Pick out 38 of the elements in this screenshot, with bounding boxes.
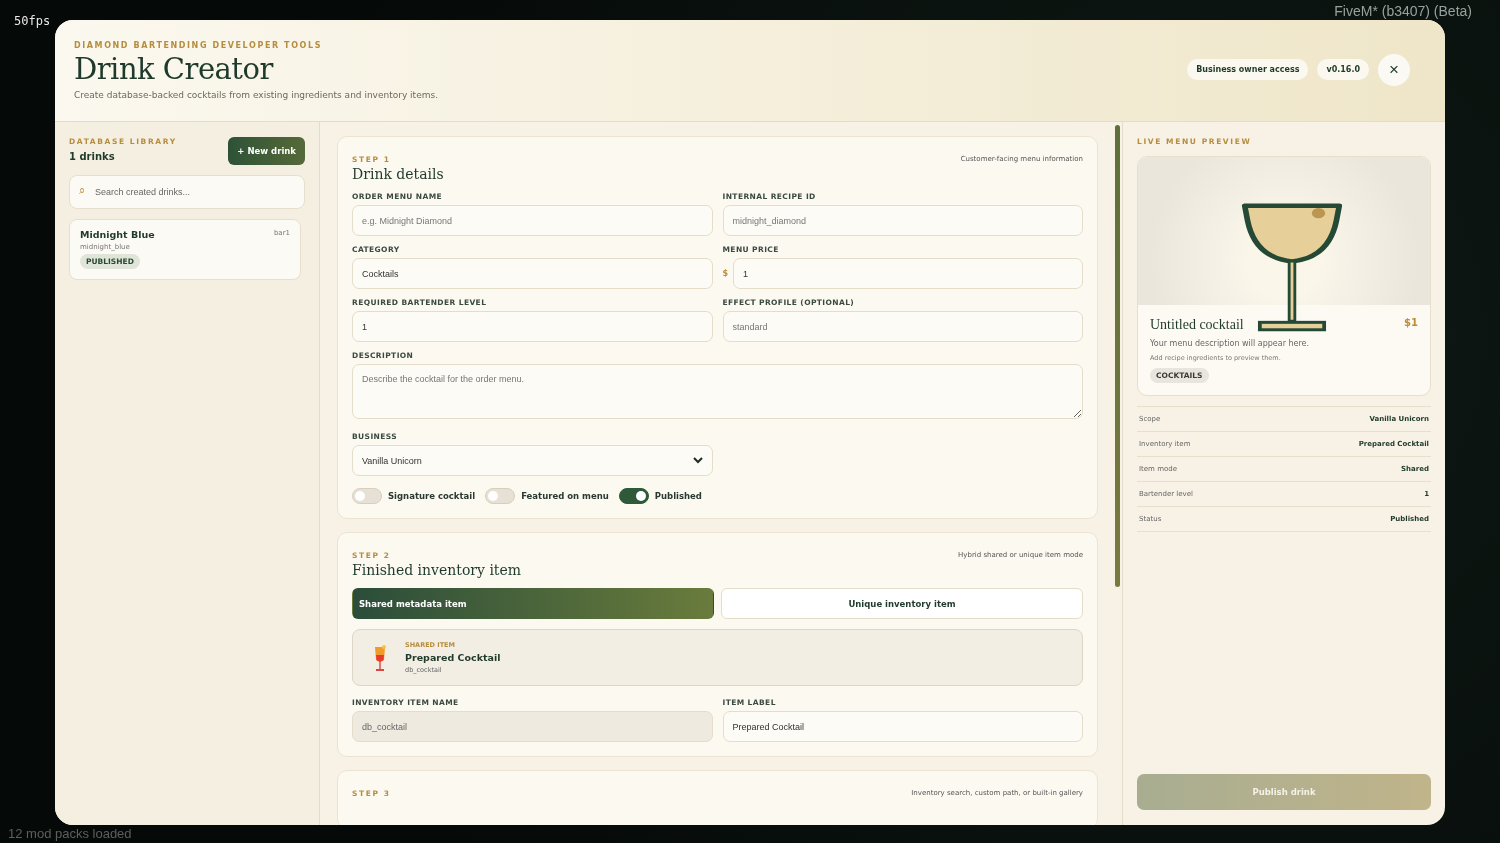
header-badge: v0.16.0 bbox=[1317, 59, 1369, 80]
page-subtitle: Create database-backed cocktails from existing ingredients and inventory items. bbox=[74, 90, 438, 100]
drink-count: 1 drinks bbox=[69, 151, 116, 162]
input-field[interactable]: Prepared Cocktail bbox=[722, 711, 1083, 742]
scrollbar[interactable] bbox=[1115, 125, 1120, 587]
mode-tab[interactable]: Shared metadata item bbox=[352, 588, 714, 619]
toggle-label: Featured on menu bbox=[521, 491, 609, 501]
description-field[interactable]: Describe the cocktail for the order menu. bbox=[352, 364, 1083, 419]
fps-counter: 50fps bbox=[14, 14, 51, 28]
business-dropdown[interactable]: Vanilla Unicorn bbox=[352, 445, 713, 476]
chevron-icon bbox=[692, 457, 703, 464]
item-name: Prepared Cocktail bbox=[405, 652, 501, 663]
toggle-switch[interactable] bbox=[618, 488, 649, 504]
preview-price: $1 bbox=[1404, 317, 1418, 330]
input-field[interactable]: 1 bbox=[352, 311, 713, 342]
input-field[interactable]: e.g. Midnight Diamond bbox=[352, 205, 713, 236]
header-badge: Business owner access bbox=[1187, 59, 1309, 80]
input-field[interactable]: standard bbox=[722, 311, 1083, 342]
toggle-label: Published bbox=[654, 491, 702, 501]
input-field[interactable]: Cocktails bbox=[352, 258, 713, 289]
client-title: FiveM* (b3407) (Beta) bbox=[1334, 3, 1472, 19]
step-title: Finished inventory item bbox=[352, 562, 522, 578]
eyebrow-text: DIAMOND BARTENDING DEVELOPER TOOLS bbox=[74, 41, 324, 50]
drink-name: Midnight Blue bbox=[80, 229, 155, 240]
currency-symbol: $ bbox=[722, 269, 729, 278]
price-field[interactable]: 1 bbox=[733, 258, 1083, 289]
input-field[interactable]: midnight_diamond bbox=[722, 205, 1083, 236]
toggle-label: Signature cocktail bbox=[388, 491, 476, 501]
cocktail-icon bbox=[373, 642, 387, 673]
close-button[interactable]: × bbox=[1378, 53, 1410, 86]
status-text: 12 mod packs loaded bbox=[8, 826, 132, 841]
new-drink-button[interactable]: + New drink bbox=[228, 137, 305, 165]
step-title: Drink details bbox=[352, 166, 444, 182]
mode-tab[interactable]: Unique inventory item bbox=[721, 588, 1083, 619]
page-title: Drink Creator bbox=[74, 52, 275, 86]
preview-description: Your menu description will appear here. bbox=[1150, 339, 1310, 348]
preview-name: Untitled cocktail bbox=[1150, 317, 1244, 333]
search-icon: ⌕ bbox=[79, 185, 85, 196]
